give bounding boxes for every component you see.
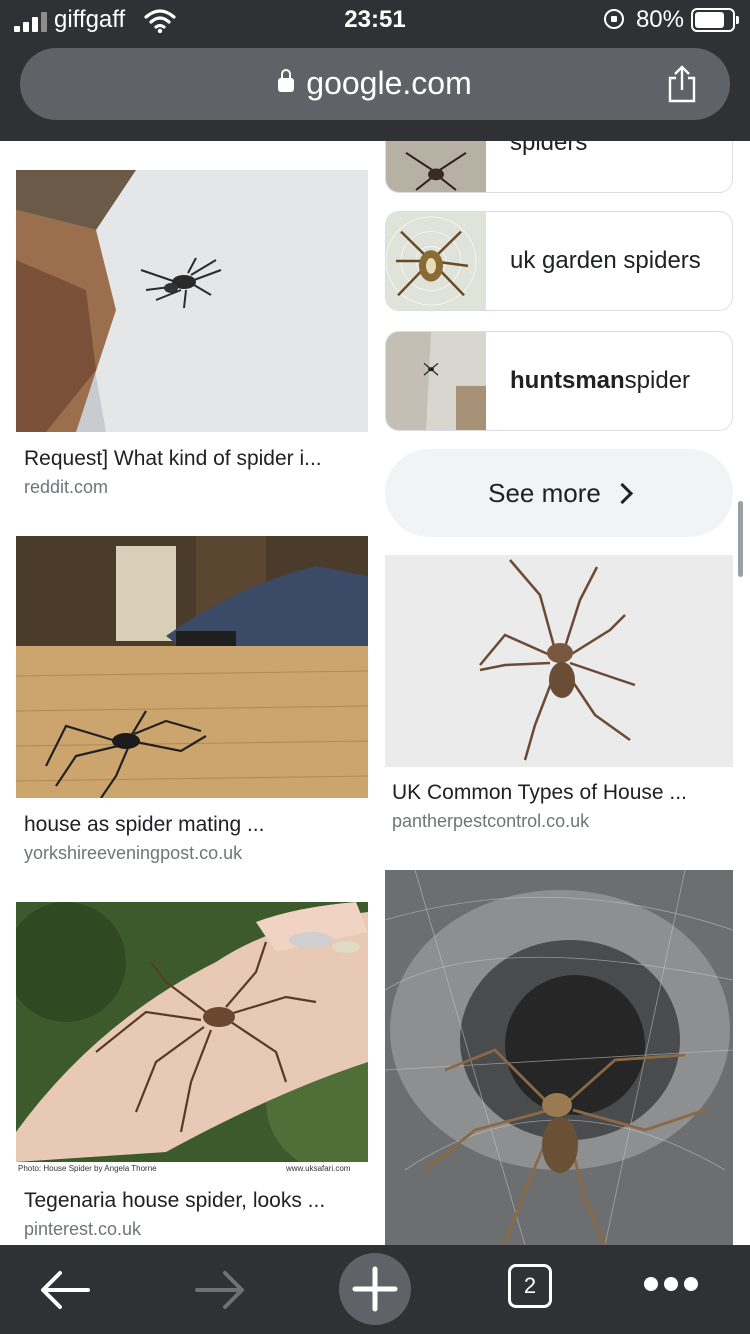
result-image-pinterest[interactable]: Photo: House Spider by Angela Thorne www… bbox=[16, 902, 368, 1174]
spider-on-hand-image: Photo: House Spider by Angela Thorne www… bbox=[16, 902, 368, 1174]
result-image-yorkshire[interactable] bbox=[16, 536, 368, 798]
related-search-label: uk garden spiders bbox=[510, 247, 701, 274]
spider-on-wall-image bbox=[16, 170, 368, 432]
lock-icon bbox=[278, 69, 295, 92]
rotation-lock-icon bbox=[604, 9, 624, 29]
related-search-label: spiders bbox=[510, 141, 588, 156]
result-source: pantherpestcontrol.co.uk bbox=[392, 811, 590, 831]
new-tab-button[interactable] bbox=[339, 1253, 411, 1325]
image-caption-right: www.uksafari.com bbox=[285, 1164, 351, 1173]
result-image-funnel-web[interactable] bbox=[385, 870, 733, 1245]
result-source: pinterest.co.uk bbox=[24, 1219, 142, 1239]
share-icon[interactable] bbox=[664, 64, 700, 104]
result-source: reddit.com bbox=[24, 477, 109, 497]
house-spider-image bbox=[385, 555, 733, 767]
result-image-pantherpest[interactable] bbox=[385, 555, 733, 767]
scrollbar[interactable] bbox=[738, 501, 743, 577]
image-results: Request] What kind of spider i... reddit… bbox=[0, 141, 750, 1245]
result-image-reddit[interactable] bbox=[16, 170, 368, 432]
browser-toolbar: 2 bbox=[0, 1245, 750, 1334]
battery-icon bbox=[691, 8, 739, 32]
related-search-label: huntsman spider bbox=[510, 367, 691, 394]
result-title[interactable]: Tegenaria house spider, looks ... bbox=[24, 1189, 325, 1213]
more-options-icon[interactable] bbox=[640, 1277, 700, 1295]
status-bar: giffgaff 23:51 80% bbox=[0, 0, 750, 42]
chevron-right-icon bbox=[611, 482, 633, 504]
result-title[interactable]: house as spider mating ... bbox=[24, 813, 264, 837]
result-source: yorkshireeveningpost.co.uk bbox=[24, 843, 243, 863]
browser-top-bar: giffgaff 23:51 80% google.com bbox=[0, 0, 750, 141]
back-arrow-icon[interactable] bbox=[30, 1255, 100, 1325]
url-text: google.com bbox=[306, 65, 472, 101]
result-title[interactable]: Request] What kind of spider i... bbox=[24, 447, 322, 471]
battery-percentage: 80% bbox=[635, 6, 684, 33]
image-caption-left: Photo: House Spider by Angela Thorne bbox=[18, 1164, 157, 1173]
forward-arrow-icon[interactable] bbox=[185, 1255, 255, 1325]
spider-in-web-image bbox=[385, 870, 733, 1245]
spider-on-floor-image bbox=[16, 536, 368, 798]
related-search-spiders[interactable]: spiders bbox=[385, 141, 733, 193]
related-search-huntsman-spider[interactable]: huntsman spider bbox=[385, 331, 733, 431]
related-search-uk-garden-spiders[interactable]: uk garden spiders bbox=[385, 211, 733, 311]
result-title[interactable]: UK Common Types of House ... bbox=[392, 781, 687, 805]
related-thumb-garden-spider bbox=[386, 212, 486, 310]
address-bar[interactable]: google.com bbox=[20, 48, 730, 120]
see-more-button[interactable]: See more bbox=[385, 449, 733, 537]
plus-icon bbox=[352, 1266, 398, 1312]
tab-switcher-button[interactable]: 2 bbox=[508, 1264, 552, 1308]
related-thumb-spiders bbox=[386, 141, 486, 192]
related-thumb-huntsman bbox=[386, 332, 486, 430]
